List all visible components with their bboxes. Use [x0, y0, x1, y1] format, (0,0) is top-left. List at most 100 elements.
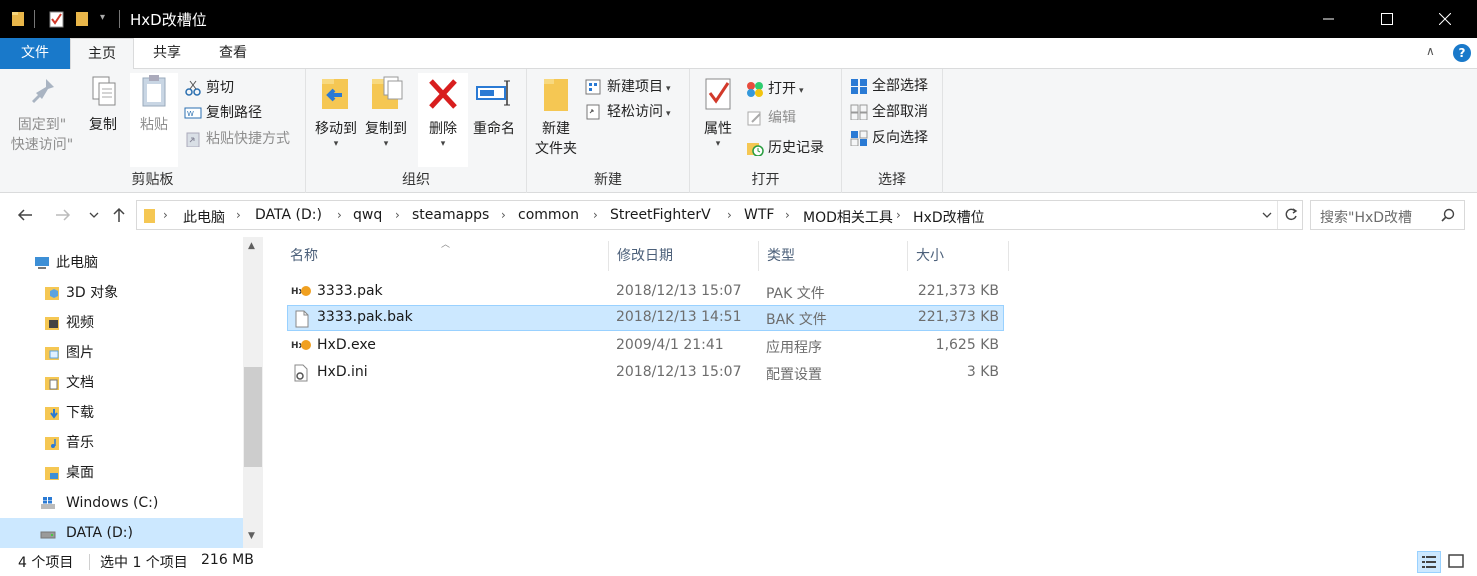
move-to-dropdown-icon: ▾ [333, 139, 339, 149]
move-to-button[interactable]: 移动到 ▾ [312, 73, 360, 149]
svg-text:W: W [187, 110, 194, 118]
scroll-down-icon[interactable]: ▼ [248, 531, 255, 541]
pin-quick-access-button[interactable]: 固定到" 快速访问" [8, 73, 76, 155]
back-button[interactable] [14, 204, 36, 226]
minimize-icon [1323, 18, 1334, 20]
close-button[interactable] [1411, 0, 1477, 38]
properties-label: 属性 [704, 121, 732, 137]
breadcrumb-streetfighterv[interactable]: StreetFighterV [610, 207, 711, 223]
file-row-3333-pak[interactable]: Hx 3333.pak 2018/12/13 15:07 PAK 文件 221,… [287, 279, 1004, 305]
breadcrumb-steamapps[interactable]: steamapps [412, 207, 489, 223]
column-header-name[interactable]: 名称 [282, 241, 609, 271]
paste-button[interactable]: 粘贴 [130, 73, 178, 167]
folder-icon [12, 12, 24, 26]
nav-item-videos[interactable]: 视频 [0, 308, 243, 338]
file-row-3333-pak-bak[interactable]: 3333.pak.bak 2018/12/13 14:51 BAK 文件 221… [287, 305, 1004, 331]
nav-item-data-d[interactable]: DATA (D:) [0, 518, 243, 548]
collapse-ribbon-icon[interactable]: ∧ [1426, 44, 1435, 58]
new-folder-button[interactable]: 新建 文件夹 [531, 73, 581, 159]
file-name: 3333.pak.bak [317, 309, 413, 325]
tab-home[interactable]: 主页 [70, 38, 134, 70]
cut-button[interactable]: 剪切 [184, 76, 234, 100]
nav-item-pictures[interactable]: 图片 [0, 338, 243, 368]
breadcrumb-data-d[interactable]: DATA (D:) [255, 207, 322, 223]
breadcrumb-this-pc[interactable]: 此电脑 [183, 207, 225, 227]
computer-icon [35, 257, 49, 269]
nav-label: 桌面 [66, 465, 94, 481]
nav-scrollbar[interactable]: ▲ ▼ [243, 237, 263, 548]
new-folder-icon [544, 79, 568, 111]
nav-item-desktop[interactable]: 桌面 [0, 458, 243, 488]
new-folder-label-1: 新建 [542, 121, 570, 137]
copy-button[interactable]: 复制 [82, 73, 124, 135]
new-item-dropdown-icon: ▾ [666, 84, 671, 94]
paste-shortcut-button[interactable]: 粘贴快捷方式 [184, 127, 290, 151]
scrollbar-thumb[interactable] [244, 367, 262, 467]
new-folder-icon[interactable] [74, 9, 90, 29]
nav-item-this-pc[interactable]: 此电脑 [0, 248, 243, 278]
address-bar[interactable]: › 此电脑 › DATA (D:) › qwq › steamapps › co… [136, 200, 1303, 230]
large-icons-view-button[interactable] [1445, 551, 1469, 573]
recent-locations-button[interactable] [84, 204, 104, 226]
open-button[interactable]: 打开 ▾ [746, 77, 804, 101]
file-type: BAK 文件 [766, 312, 827, 328]
rename-label: 重命名 [473, 121, 515, 137]
delete-button[interactable]: 删除 ▾ [418, 73, 468, 167]
breadcrumb-separator: › [785, 208, 790, 222]
nav-label: DATA (D:) [66, 525, 133, 541]
edit-button[interactable]: 编辑 [746, 106, 796, 130]
copy-label: 复制 [89, 117, 117, 133]
breadcrumb-separator: › [337, 208, 342, 222]
rename-button[interactable]: 重命名 [470, 73, 518, 139]
desktop-icon [45, 467, 59, 480]
breadcrumb-common[interactable]: common [518, 207, 579, 223]
nav-item-3d-objects[interactable]: 3D 对象 [0, 278, 243, 308]
nav-item-documents[interactable]: 文档 [0, 368, 243, 398]
nav-item-windows-c[interactable]: Windows (C:) [0, 488, 243, 518]
up-button[interactable] [108, 204, 130, 226]
nav-item-music[interactable]: 音乐 [0, 428, 243, 458]
tab-file[interactable]: 文件 [0, 38, 70, 69]
item-count: 4 个项目 [18, 555, 74, 571]
organize-group-label: 组织 [402, 172, 430, 188]
help-icon[interactable]: ? [1453, 44, 1471, 62]
select-all-button[interactable]: 全部选择 [850, 74, 928, 98]
ribbon: 固定到" 快速访问" 复制 粘贴 剪切 W 复制路径 粘贴快捷方式 剪贴板 移动… [0, 69, 1477, 193]
scissors-icon [185, 80, 201, 96]
maximize-icon [1381, 13, 1393, 25]
easy-access-button[interactable]: 轻松访问 ▾ [585, 100, 671, 124]
scroll-up-icon[interactable]: ▲ [248, 241, 255, 251]
file-type: 配置设置 [766, 367, 822, 383]
tab-view[interactable]: 查看 [200, 38, 266, 69]
select-none-button[interactable]: 全部取消 [850, 100, 928, 124]
nav-item-downloads[interactable]: 下载 [0, 398, 243, 428]
forward-button[interactable] [52, 204, 74, 226]
select-group-label: 选择 [878, 172, 906, 188]
file-modified: 2018/12/13 14:51 [616, 309, 742, 325]
new-item-button[interactable]: 新建项目 ▾ [585, 75, 671, 99]
separator [34, 10, 35, 28]
customize-quick-access-icon[interactable]: ▾ [100, 12, 105, 23]
properties-icon[interactable] [48, 9, 66, 29]
copy-path-button[interactable]: W 复制路径 [184, 101, 262, 125]
breadcrumb-hxd-slot[interactable]: HxD改槽位 [913, 207, 985, 227]
file-row-hxd-exe[interactable]: Hx HxD.exe 2009/4/1 21:41 应用程序 1,625 KB [287, 333, 1004, 359]
search-icon [1441, 208, 1455, 222]
address-dropdown-button[interactable] [1257, 201, 1277, 229]
copy-to-button[interactable]: 复制到 ▾ [362, 73, 410, 149]
column-header-type[interactable]: 类型 [759, 241, 908, 271]
details-view-button[interactable] [1417, 551, 1441, 573]
search-box[interactable]: 搜索"HxD改槽 [1310, 200, 1465, 230]
properties-button[interactable]: 属性 ▾ [698, 73, 738, 149]
invert-selection-button[interactable]: 反向选择 [850, 126, 928, 150]
tab-share[interactable]: 共享 [134, 38, 200, 69]
file-row-hxd-ini[interactable]: HxD.ini 2018/12/13 15:07 配置设置 3 KB [287, 360, 1004, 386]
breadcrumb-wtf[interactable]: WTF [744, 207, 774, 223]
file-modified: 2009/4/1 21:41 [616, 337, 724, 353]
refresh-button[interactable] [1277, 201, 1303, 229]
history-button[interactable]: 历史记录 [746, 136, 824, 160]
breadcrumb-mod-tools[interactable]: MOD相关工具 [803, 207, 893, 227]
breadcrumb-qwq[interactable]: qwq [353, 207, 382, 223]
column-header-modified[interactable]: 修改日期 [609, 241, 759, 271]
column-header-size[interactable]: 大小 [908, 241, 1009, 271]
